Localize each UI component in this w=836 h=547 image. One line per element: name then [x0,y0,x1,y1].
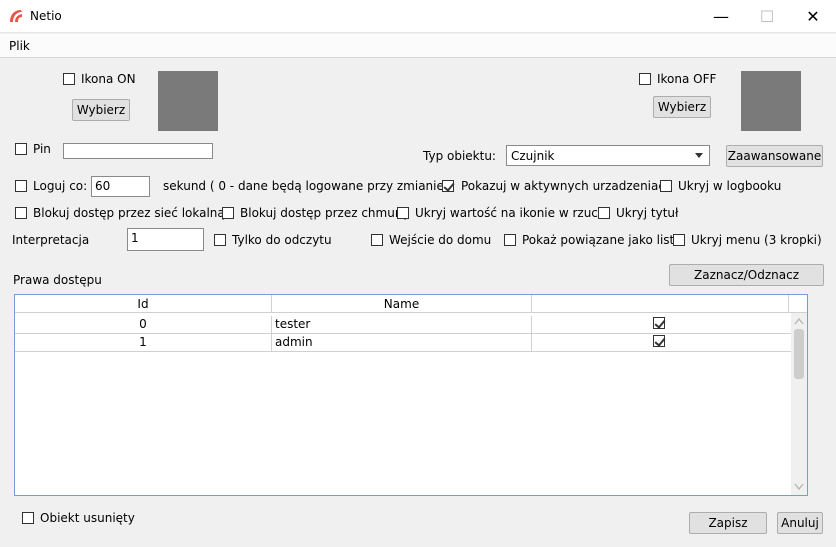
log-label: Loguj co: [33,179,88,193]
access-rights-label: Prawa dostępu [13,273,102,287]
row-access-checkbox[interactable] [653,317,665,329]
interpretation-input[interactable]: 1 [127,228,204,251]
access-table: Id Name 0 tester 1 admin [14,294,808,496]
table-row[interactable]: 0 tester [15,316,792,334]
choose-icon-on-button[interactable]: Wybierz [72,99,130,121]
row-access-cell [532,316,792,334]
show-linked-checkbox[interactable] [504,234,516,246]
block-cloud-label: Blokuj dostęp przez chmurę [240,206,408,220]
chevron-down-icon [695,153,703,158]
pin-label: Pin [33,142,51,156]
show-active-label: Pokazuj w aktywnych urzadzeniach [461,179,673,193]
row-name: tester [272,316,532,334]
read-only-checkbox[interactable] [214,234,226,246]
table-row[interactable]: 1 admin [15,334,792,352]
hide-logbook-label: Ukryj w logbooku [678,179,782,193]
icon-off-checkbox[interactable] [639,73,651,85]
deleted-checkbox[interactable] [22,512,34,524]
close-icon: ✕ [806,7,820,26]
menu-bar: Plik [0,34,836,58]
column-header-id[interactable]: Id [15,295,272,313]
maximize-button[interactable]: ☐ [744,0,790,33]
toggle-all-button[interactable]: Zaznacz/Odznacz [669,264,824,286]
hide-value-checkbox[interactable] [397,207,409,219]
hide-title-label: Ukryj tytuł [616,206,679,220]
icon-off-preview [741,71,801,131]
read-only-label: Tylko do odczytu [232,233,332,247]
pin-input[interactable] [63,143,213,159]
icon-on-label: Ikona ON [81,72,136,86]
row-access-cell [532,334,792,352]
object-type-value: Czujnik [511,149,555,163]
menu-file[interactable]: Plik [9,39,30,53]
icon-on-checkbox[interactable] [63,73,75,85]
log-interval-input[interactable]: 60 [91,176,150,197]
block-local-checkbox[interactable] [15,207,27,219]
hide-logbook-checkbox[interactable] [660,180,672,192]
column-header-name[interactable]: Name [272,295,532,313]
save-button[interactable]: Zapisz [689,512,767,534]
row-name: admin [272,334,532,352]
minimize-button[interactable]: — [698,0,744,33]
show-active-checkbox[interactable] [442,180,454,192]
row-id: 0 [15,316,272,334]
maximize-icon: ☐ [759,7,775,26]
minimize-icon: — [713,7,729,26]
window-title: Netio [30,9,62,23]
scroll-down-icon[interactable] [794,483,804,491]
netio-app-icon [10,10,22,22]
log-checkbox[interactable] [15,180,27,192]
show-linked-label: Pokaż powiązane jako liste [522,233,682,247]
icon-off-label: Ikona OFF [657,72,717,86]
log-hint: sekund ( 0 - dane będą logowane przy zmi… [163,179,449,193]
choose-icon-off-button[interactable]: Wybierz [653,96,711,118]
row-id: 1 [15,334,272,352]
cancel-button[interactable]: Anuluj [777,512,823,534]
deleted-label: Obiekt usunięty [40,511,135,525]
home-entry-label: Wejście do domu [389,233,492,247]
hide-title-checkbox[interactable] [598,207,610,219]
hide-menu-checkbox[interactable] [673,234,685,246]
object-type-select[interactable]: Czujnik [506,145,710,166]
table-header: Id Name [15,295,807,313]
table-scrollbar[interactable] [791,313,807,495]
block-cloud-checkbox[interactable] [222,207,234,219]
home-entry-checkbox[interactable] [371,234,383,246]
close-button[interactable]: ✕ [790,0,836,33]
scroll-up-icon[interactable] [794,317,804,325]
row-access-checkbox[interactable] [653,335,665,347]
pin-checkbox[interactable] [15,143,27,155]
advanced-button[interactable]: Zaawansowane [726,145,823,167]
column-header-access[interactable] [532,295,789,313]
object-type-label: Typ obiektu: [423,149,496,163]
title-bar: Netio — ☐ ✕ [0,0,836,33]
scrollbar-thumb[interactable] [794,329,804,379]
block-local-label: Blokuj dostęp przez sieć lokalną [33,206,225,220]
hide-value-label: Ukryj wartość na ikonie w rzucie [415,206,609,220]
interpretation-label: Interpretacja [12,233,90,247]
hide-menu-label: Ukryj menu (3 kropki) [691,233,822,247]
icon-on-preview [158,71,218,131]
